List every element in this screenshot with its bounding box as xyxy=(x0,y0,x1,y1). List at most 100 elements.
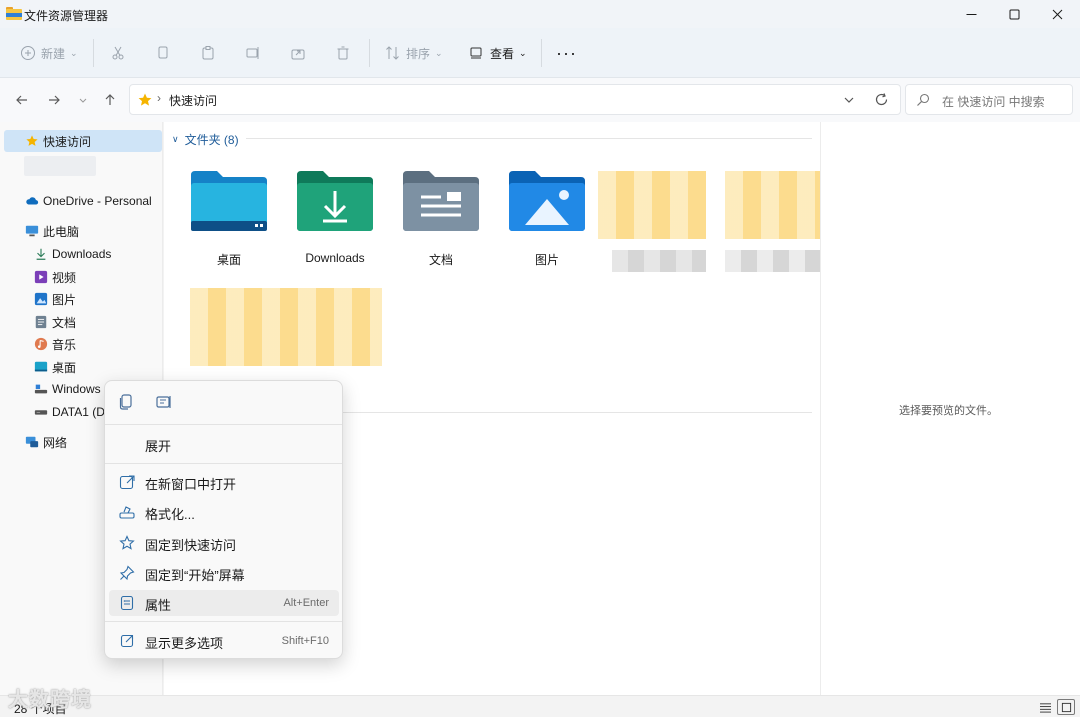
menu-item-pin-quick-access[interactable]: 固定到快速访问 xyxy=(109,530,339,556)
blurred-folder-icon xyxy=(598,171,706,239)
chevron-down-icon: ⌄ xyxy=(519,47,527,58)
maximize-icon xyxy=(1009,9,1019,19)
network-icon xyxy=(25,435,39,449)
cut-button[interactable] xyxy=(110,41,126,65)
menu-divider xyxy=(105,424,342,425)
sidebar-item-onedrive[interactable]: OneDrive - Personal xyxy=(4,190,162,212)
open-external-icon xyxy=(119,475,135,490)
sidebar-item-videos[interactable]: 视频 xyxy=(4,266,162,288)
more-options-button[interactable]: ··· xyxy=(556,41,577,65)
arrow-right-icon xyxy=(49,95,60,105)
ellipsis-icon: ··· xyxy=(556,42,577,63)
chevron-down-icon: ∨ xyxy=(172,134,179,144)
maximize-button[interactable] xyxy=(991,0,1037,28)
sidebar-item-this-pc[interactable]: 此电脑 xyxy=(4,220,162,242)
menu-item-more-options[interactable]: 显示更多选项 Shift+F10 xyxy=(109,628,339,654)
sidebar-item-music[interactable]: 音乐 xyxy=(4,333,162,355)
star-icon xyxy=(138,93,152,106)
folder-tile-blurred[interactable] xyxy=(721,131,821,272)
sidebar-item-quick-access[interactable]: 快速访问 xyxy=(4,130,162,152)
blurred-label xyxy=(612,250,706,272)
status-bar: 28 个项目 xyxy=(0,695,1080,717)
rename-button[interactable] xyxy=(245,41,261,65)
details-view-icon xyxy=(1039,702,1051,713)
menu-item-label: 固定到“开始”屏幕 xyxy=(145,568,245,583)
search-box[interactable]: 在 快速访问 中搜索 xyxy=(905,84,1073,115)
shortcut-label: Shift+F10 xyxy=(281,635,329,647)
folder-label: 图片 xyxy=(534,253,559,267)
watermark-text: 大数跨境 xyxy=(8,689,92,711)
folder-tile-pictures[interactable]: 图片 xyxy=(497,131,597,271)
menu-item-properties[interactable]: 属性 Alt+Enter xyxy=(109,590,339,616)
share-icon xyxy=(291,49,305,60)
sidebar-item-label: Windows xyxy=(52,382,101,396)
copy-icon[interactable] xyxy=(117,393,135,411)
menu-item-format[interactable]: 格式化... xyxy=(109,499,339,525)
new-button[interactable]: 新建 ⌄ xyxy=(20,41,78,65)
recent-locations-button[interactable] xyxy=(75,92,91,108)
folder-tile-blurred[interactable] xyxy=(598,131,708,272)
sidebar-item-desktop[interactable]: 桌面 xyxy=(4,356,162,378)
folder-tile-desktop[interactable]: 桌面 xyxy=(179,131,279,271)
rename-icon[interactable] xyxy=(155,393,173,411)
sidebar-item-label: DATA1 (D xyxy=(52,405,105,419)
folder-tile-documents[interactable]: 文档 xyxy=(391,131,491,271)
documents-folder-icon xyxy=(403,171,479,231)
menu-item-pin-start[interactable]: 固定到“开始”屏幕 xyxy=(109,560,339,586)
copy-button[interactable] xyxy=(155,41,171,65)
pin-icon xyxy=(119,565,135,581)
star-outline-icon xyxy=(119,535,135,550)
menu-item-label: 固定到快速访问 xyxy=(145,538,237,553)
computer-icon xyxy=(25,224,39,238)
sidebar-item-label: 文档 xyxy=(52,315,77,330)
close-button[interactable] xyxy=(1034,0,1080,28)
close-icon xyxy=(1052,9,1062,19)
menu-item-label: 展开 xyxy=(145,439,172,454)
view-icon xyxy=(470,47,482,59)
title-bar: 文件资源管理器 xyxy=(0,0,1080,28)
sidebar-item-label: Downloads xyxy=(52,247,112,261)
share-button[interactable] xyxy=(290,41,306,65)
new-label: 新建 xyxy=(41,46,66,61)
up-button[interactable] xyxy=(102,92,118,108)
format-drive-icon xyxy=(119,506,135,519)
folder-tile-downloads[interactable]: Downloads xyxy=(285,131,385,271)
tiles-view-button[interactable] xyxy=(1057,699,1075,715)
sort-label: 排序 xyxy=(406,46,431,61)
star-icon xyxy=(25,134,39,148)
view-button[interactable]: 查看 ⌄ xyxy=(469,41,527,65)
folder-label: Downloads xyxy=(305,251,365,265)
sort-button[interactable]: 排序 ⌄ xyxy=(385,41,443,65)
blurred-folder-icon xyxy=(725,171,821,239)
folder-label: 桌面 xyxy=(216,253,241,267)
sidebar-item-label: 音乐 xyxy=(52,337,77,352)
sidebar-item-downloads[interactable]: Downloads xyxy=(4,243,162,265)
refresh-icon[interactable] xyxy=(874,92,889,107)
back-button[interactable] xyxy=(14,92,30,108)
redacted-item xyxy=(24,156,96,176)
address-bar[interactable]: › 快速访问 xyxy=(129,84,901,115)
documents-icon xyxy=(34,315,48,329)
sidebar-item-documents[interactable]: 文档 xyxy=(4,311,162,333)
sidebar-item-label: 网络 xyxy=(43,435,68,450)
desktop-folder-icon xyxy=(191,171,267,231)
arrow-left-icon xyxy=(16,95,27,105)
toolbar-divider xyxy=(369,39,370,67)
menu-item-open-new-window[interactable]: 在新窗口中打开 xyxy=(109,469,339,495)
delete-button[interactable] xyxy=(335,41,351,65)
details-view-button[interactable] xyxy=(1036,699,1054,715)
arrow-up-icon xyxy=(105,94,115,105)
context-menu: 展开 在新窗口中打开 格式化... 固定到快速访问 固定到“开始”屏幕 属性 A… xyxy=(104,380,343,659)
folder-label: 文档 xyxy=(428,253,453,267)
window-title: 文件资源管理器 xyxy=(24,9,109,23)
toolbar-divider xyxy=(541,39,542,67)
toolbar-divider xyxy=(93,39,94,67)
paste-button[interactable] xyxy=(200,41,216,65)
minimize-button[interactable] xyxy=(948,0,994,28)
forward-button[interactable] xyxy=(46,92,62,108)
sidebar-item-pictures[interactable]: 图片 xyxy=(4,288,162,310)
chevron-down-icon[interactable] xyxy=(842,93,856,107)
menu-item-expand[interactable]: 展开 xyxy=(109,431,339,457)
paste-icon xyxy=(202,46,214,60)
scissors-icon xyxy=(112,46,124,60)
